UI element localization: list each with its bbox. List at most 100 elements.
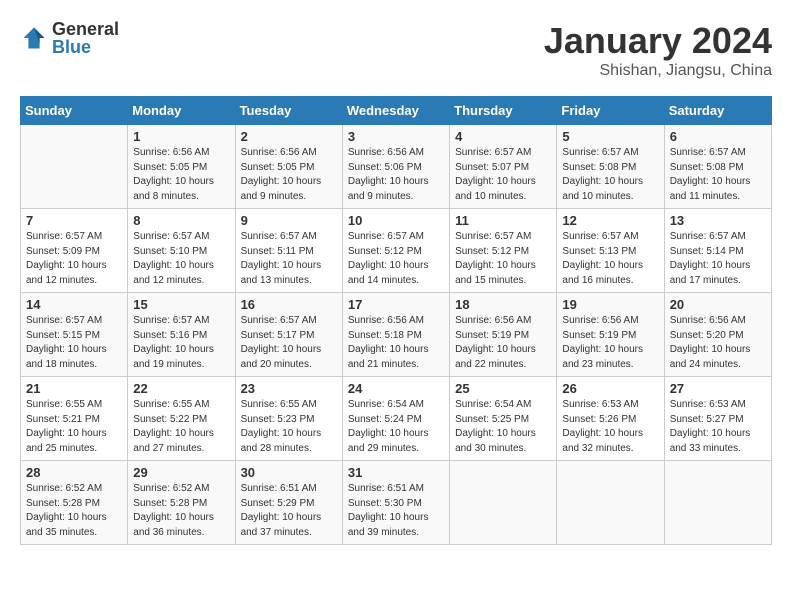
day-info: Sunrise: 6:56 AM Sunset: 5:05 PM Dayligh… xyxy=(241,147,322,202)
col-header-sunday: Sunday xyxy=(21,97,128,125)
calendar-cell: 13 Sunrise: 6:57 AM Sunset: 5:14 PM Dayli… xyxy=(664,209,771,293)
calendar-cell: 2 Sunrise: 6:56 AM Sunset: 5:05 PM Daylig… xyxy=(235,125,342,209)
logo-general-text: General xyxy=(52,20,119,38)
calendar-cell: 9Sunrise: 6:57 AM Sunset: 5:11 PM Daylig… xyxy=(235,209,342,293)
day-number: 15 xyxy=(133,297,229,312)
day-number: 29 xyxy=(133,465,229,480)
day-number: 12 xyxy=(562,213,658,228)
calendar-cell xyxy=(21,125,128,209)
day-number: 11 xyxy=(455,213,551,228)
day-info: Sunrise: 6:55 AM Sunset: 5:23 PM Dayligh… xyxy=(241,399,322,454)
calendar-week-3: 14Sunrise: 6:57 AM Sunset: 5:15 PM Dayli… xyxy=(21,293,772,377)
calendar-cell: 11 Sunrise: 6:57 AM Sunset: 5:12 PM Dayli… xyxy=(450,209,557,293)
day-info: Sunrise: 6:54 AM Sunset: 5:24 PM Dayligh… xyxy=(348,399,429,454)
day-number: 8 xyxy=(133,213,229,228)
day-info: Sunrise: 6:53 AM Sunset: 5:27 PM Dayligh… xyxy=(670,399,751,454)
day-info: Sunrise: 6:56 AM Sunset: 5:06 PM Dayligh… xyxy=(348,147,429,202)
calendar-cell: 18 Sunrise: 6:56 AM Sunset: 5:19 PM Dayli… xyxy=(450,293,557,377)
location-text: Shishan, Jiangsu, China xyxy=(544,62,772,80)
day-info: Sunrise: 6:57 AM Sunset: 5:13 PM Dayligh… xyxy=(562,231,643,286)
day-number: 18 xyxy=(455,297,551,312)
day-info: Sunrise: 6:54 AM Sunset: 5:25 PM Dayligh… xyxy=(455,399,536,454)
day-info: Sunrise: 6:56 AM Sunset: 5:19 PM Dayligh… xyxy=(562,315,643,370)
calendar-cell xyxy=(664,461,771,545)
calendar-cell: 30 Sunrise: 6:51 AM Sunset: 5:29 PM Dayli… xyxy=(235,461,342,545)
calendar-header-row: SundayMondayTuesdayWednesdayThursdayFrid… xyxy=(21,97,772,125)
day-info: Sunrise: 6:57 AM Sunset: 5:17 PM Dayligh… xyxy=(241,315,322,370)
col-header-thursday: Thursday xyxy=(450,97,557,125)
day-info: Sunrise: 6:55 AM Sunset: 5:22 PM Dayligh… xyxy=(133,399,214,454)
day-number: 2 xyxy=(241,129,337,144)
calendar-cell: 28Sunrise: 6:52 AM Sunset: 5:28 PM Dayli… xyxy=(21,461,128,545)
day-info: Sunrise: 6:57 AM Sunset: 5:08 PM Dayligh… xyxy=(562,147,643,202)
calendar-cell: 15 Sunrise: 6:57 AM Sunset: 5:16 PM Dayli… xyxy=(128,293,235,377)
day-info: Sunrise: 6:56 AM Sunset: 5:19 PM Dayligh… xyxy=(455,315,536,370)
calendar-cell: 26 Sunrise: 6:53 AM Sunset: 5:26 PM Dayli… xyxy=(557,377,664,461)
day-info: Sunrise: 6:52 AM Sunset: 5:28 PM Dayligh… xyxy=(133,483,214,538)
col-header-saturday: Saturday xyxy=(664,97,771,125)
day-number: 3 xyxy=(348,129,444,144)
day-number: 24 xyxy=(348,381,444,396)
col-header-wednesday: Wednesday xyxy=(342,97,449,125)
day-info: Sunrise: 6:56 AM Sunset: 5:05 PM Dayligh… xyxy=(133,147,214,202)
page-header: General Blue January 2024 Shishan, Jiang… xyxy=(20,20,772,80)
day-number: 7 xyxy=(26,213,122,228)
day-number: 6 xyxy=(670,129,766,144)
logo-blue-text: Blue xyxy=(52,38,119,56)
day-number: 26 xyxy=(562,381,658,396)
calendar-week-1: 1 Sunrise: 6:56 AM Sunset: 5:05 PM Daylig… xyxy=(21,125,772,209)
calendar-cell: 5 Sunrise: 6:57 AM Sunset: 5:08 PM Daylig… xyxy=(557,125,664,209)
day-number: 25 xyxy=(455,381,551,396)
day-number: 19 xyxy=(562,297,658,312)
day-number: 27 xyxy=(670,381,766,396)
logo: General Blue xyxy=(20,20,119,56)
calendar-cell: 24 Sunrise: 6:54 AM Sunset: 5:24 PM Dayli… xyxy=(342,377,449,461)
day-info: Sunrise: 6:56 AM Sunset: 5:18 PM Dayligh… xyxy=(348,315,429,370)
day-info: Sunrise: 6:57 AM Sunset: 5:12 PM Dayligh… xyxy=(348,231,429,286)
calendar-week-4: 21Sunrise: 6:55 AM Sunset: 5:21 PM Dayli… xyxy=(21,377,772,461)
calendar-cell: 12 Sunrise: 6:57 AM Sunset: 5:13 PM Dayli… xyxy=(557,209,664,293)
day-number: 10 xyxy=(348,213,444,228)
day-info: Sunrise: 6:57 AM Sunset: 5:16 PM Dayligh… xyxy=(133,315,214,370)
calendar-cell: 29 Sunrise: 6:52 AM Sunset: 5:28 PM Dayli… xyxy=(128,461,235,545)
day-info: Sunrise: 6:57 AM Sunset: 5:11 PM Dayligh… xyxy=(241,231,322,286)
calendar-cell: 31Sunrise: 6:51 AM Sunset: 5:30 PM Dayli… xyxy=(342,461,449,545)
day-info: Sunrise: 6:57 AM Sunset: 5:14 PM Dayligh… xyxy=(670,231,751,286)
col-header-friday: Friday xyxy=(557,97,664,125)
calendar-cell: 23 Sunrise: 6:55 AM Sunset: 5:23 PM Dayli… xyxy=(235,377,342,461)
calendar-cell: 22 Sunrise: 6:55 AM Sunset: 5:22 PM Dayli… xyxy=(128,377,235,461)
calendar-cell: 16Sunrise: 6:57 AM Sunset: 5:17 PM Dayli… xyxy=(235,293,342,377)
day-number: 20 xyxy=(670,297,766,312)
day-info: Sunrise: 6:57 AM Sunset: 5:12 PM Dayligh… xyxy=(455,231,536,286)
day-number: 1 xyxy=(133,129,229,144)
day-number: 14 xyxy=(26,297,122,312)
day-info: Sunrise: 6:57 AM Sunset: 5:08 PM Dayligh… xyxy=(670,147,751,202)
day-number: 13 xyxy=(670,213,766,228)
col-header-tuesday: Tuesday xyxy=(235,97,342,125)
calendar-cell: 4 Sunrise: 6:57 AM Sunset: 5:07 PM Daylig… xyxy=(450,125,557,209)
day-info: Sunrise: 6:57 AM Sunset: 5:07 PM Dayligh… xyxy=(455,147,536,202)
day-number: 4 xyxy=(455,129,551,144)
logo-icon xyxy=(20,24,48,52)
day-info: Sunrise: 6:57 AM Sunset: 5:10 PM Dayligh… xyxy=(133,231,214,286)
calendar-table: SundayMondayTuesdayWednesdayThursdayFrid… xyxy=(20,96,772,545)
day-number: 31 xyxy=(348,465,444,480)
day-number: 23 xyxy=(241,381,337,396)
day-number: 5 xyxy=(562,129,658,144)
month-title: January 2024 xyxy=(544,20,772,62)
calendar-cell: 7 Sunrise: 6:57 AM Sunset: 5:09 PM Daylig… xyxy=(21,209,128,293)
day-info: Sunrise: 6:51 AM Sunset: 5:29 PM Dayligh… xyxy=(241,483,322,538)
calendar-cell: 21Sunrise: 6:55 AM Sunset: 5:21 PM Dayli… xyxy=(21,377,128,461)
calendar-cell: 14Sunrise: 6:57 AM Sunset: 5:15 PM Dayli… xyxy=(21,293,128,377)
calendar-cell: 25 Sunrise: 6:54 AM Sunset: 5:25 PM Dayli… xyxy=(450,377,557,461)
calendar-cell: 1 Sunrise: 6:56 AM Sunset: 5:05 PM Daylig… xyxy=(128,125,235,209)
calendar-cell: 3 Sunrise: 6:56 AM Sunset: 5:06 PM Daylig… xyxy=(342,125,449,209)
calendar-cell: 20Sunrise: 6:56 AM Sunset: 5:20 PM Dayli… xyxy=(664,293,771,377)
day-info: Sunrise: 6:57 AM Sunset: 5:09 PM Dayligh… xyxy=(26,231,107,286)
day-info: Sunrise: 6:52 AM Sunset: 5:28 PM Dayligh… xyxy=(26,483,107,538)
day-info: Sunrise: 6:53 AM Sunset: 5:26 PM Dayligh… xyxy=(562,399,643,454)
day-number: 22 xyxy=(133,381,229,396)
day-number: 30 xyxy=(241,465,337,480)
day-number: 21 xyxy=(26,381,122,396)
calendar-cell: 19 Sunrise: 6:56 AM Sunset: 5:19 PM Dayli… xyxy=(557,293,664,377)
